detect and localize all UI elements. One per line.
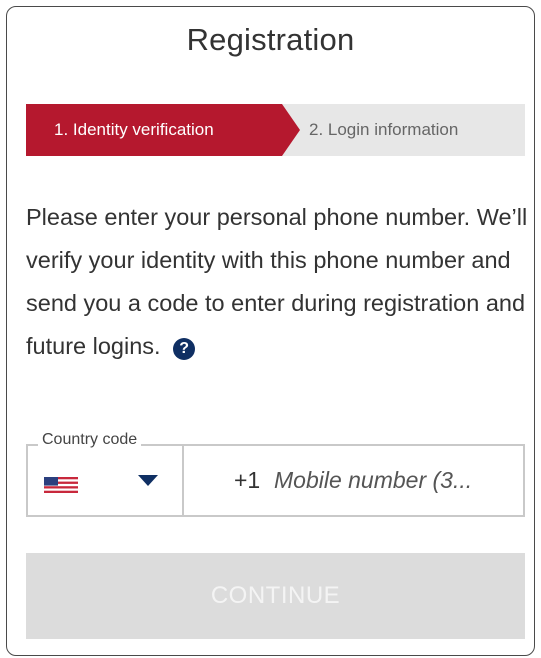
continue-button[interactable]: CONTINUE [26, 553, 525, 639]
question-circle-icon[interactable]: ? [173, 338, 196, 360]
mobile-number-input[interactable]: +1 Mobile number (3... [184, 446, 523, 515]
instructions-text: Please enter your personal phone number.… [26, 204, 528, 359]
phone-number-field-group: Country code +1 Mobile number (3... [26, 430, 525, 517]
instructions-text-block: Please enter your personal phone number.… [26, 196, 531, 368]
caret-down-icon[interactable] [138, 475, 158, 486]
country-dial-prefix: +1 [234, 467, 261, 493]
country-code-select[interactable] [28, 446, 182, 515]
mobile-number-placeholder: Mobile number (3... [274, 467, 473, 493]
us-flag-icon [44, 477, 78, 493]
step-identity-verification: 1. Identity verification [26, 104, 282, 156]
step-arrow-icon [282, 104, 300, 156]
page-title: Registration [186, 22, 355, 57]
step-login-information: 2. Login information [309, 120, 459, 139]
registration-stepper: 1. Identity verification 2. Login inform… [26, 104, 525, 156]
